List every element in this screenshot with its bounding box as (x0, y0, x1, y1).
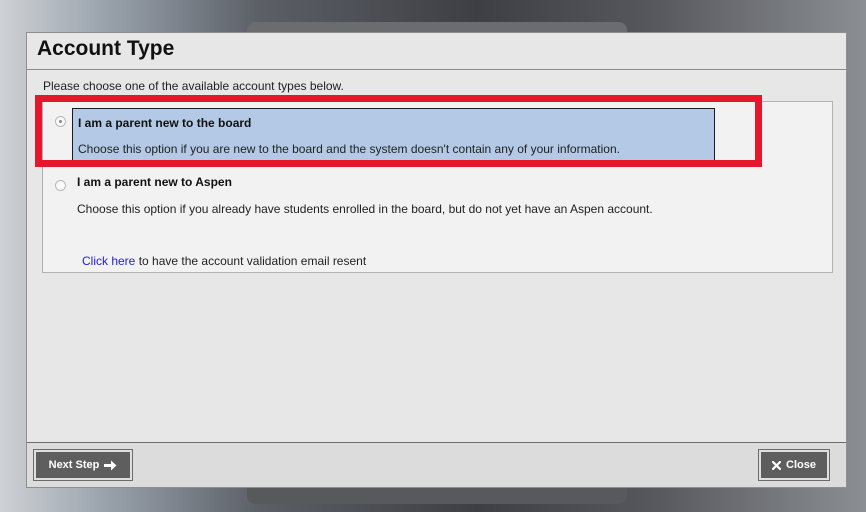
resend-text: to have the account validation email res… (135, 254, 367, 268)
next-step-label: Next Step (48, 459, 100, 471)
account-type-dialog: Account Type Please choose one of the av… (26, 32, 847, 488)
resend-link[interactable]: Click here (82, 254, 135, 268)
close-label: Close (786, 459, 816, 471)
option-description: Choose this option if you are new to the… (78, 142, 620, 156)
dialog-title: Account Type (37, 37, 175, 60)
instructions-text: Please choose one of the available accou… (43, 79, 344, 93)
option-card-selected[interactable]: I am a parent new to the board Choose th… (72, 108, 715, 162)
option-card[interactable]: I am a parent new to Aspen Choose this o… (72, 172, 772, 222)
close-button[interactable]: Close (758, 449, 830, 481)
account-options-box: I am a parent new to the board Choose th… (42, 101, 833, 273)
arrow-right-icon (104, 460, 117, 470)
radio-parent-new-to-aspen[interactable] (55, 180, 66, 191)
option-title: I am a parent new to Aspen (77, 175, 232, 189)
radio-parent-new-to-board[interactable] (55, 116, 66, 127)
background-panel-bottom (247, 486, 627, 504)
next-step-button[interactable]: Next Step (33, 449, 133, 481)
x-icon (772, 460, 782, 470)
option-description: Choose this option if you already have s… (77, 202, 653, 216)
dialog-footer: Next Step Close (27, 443, 846, 487)
option-title: I am a parent new to the board (78, 116, 252, 130)
title-divider (27, 69, 846, 70)
resend-validation-line: Click here to have the account validatio… (82, 254, 366, 268)
